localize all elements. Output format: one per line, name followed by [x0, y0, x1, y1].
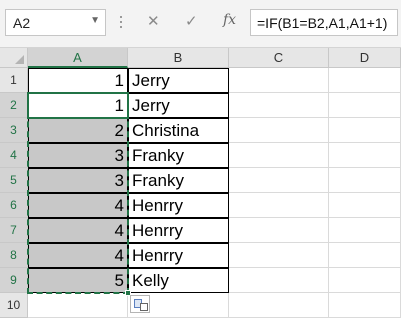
column-header-d[interactable]: D	[329, 48, 401, 68]
column-header-b[interactable]: B	[128, 48, 229, 68]
column-header-a[interactable]: A	[28, 48, 128, 68]
chevron-down-icon[interactable]: ▼	[90, 15, 100, 26]
cell-b2[interactable]: Jerry	[128, 93, 229, 118]
cell-a10[interactable]	[28, 293, 128, 318]
cell-d5[interactable]	[329, 168, 401, 193]
cell-d10[interactable]	[329, 293, 401, 318]
cell-b6[interactable]: Henrry	[128, 193, 229, 218]
name-box[interactable]: A2 ▼	[5, 9, 106, 36]
cell-d4[interactable]	[329, 143, 401, 168]
cell-b7[interactable]: Henrry	[128, 218, 229, 243]
select-all-corner[interactable]	[0, 48, 28, 68]
cell-a6[interactable]: 4	[28, 193, 128, 218]
cell-c4[interactable]	[229, 143, 329, 168]
formula-text: =IF(B1=B2,A1,A1+1)	[257, 15, 388, 31]
formula-input[interactable]: =IF(B1=B2,A1,A1+1)	[250, 9, 398, 36]
cell-c8[interactable]	[229, 243, 329, 268]
cell-d6[interactable]	[329, 193, 401, 218]
cell-c10[interactable]	[229, 293, 329, 318]
cell-d8[interactable]	[329, 243, 401, 268]
row-header-5[interactable]: 5	[0, 168, 28, 193]
cell-c7[interactable]	[229, 218, 329, 243]
cell-c2[interactable]	[229, 93, 329, 118]
cell-d3[interactable]	[329, 118, 401, 143]
cell-b9[interactable]: Kelly	[128, 268, 229, 293]
column-header-c[interactable]: C	[229, 48, 329, 68]
cell-a3[interactable]: 2	[28, 118, 128, 143]
grip-icon[interactable]	[119, 13, 123, 33]
row-header-4[interactable]: 4	[0, 143, 28, 168]
cell-b3[interactable]: Christina	[128, 118, 229, 143]
name-box-value: A2	[13, 15, 31, 31]
row-header-10[interactable]: 10	[0, 293, 28, 318]
cell-a4[interactable]: 3	[28, 143, 128, 168]
cell-a5[interactable]: 3	[28, 168, 128, 193]
row-header-8[interactable]: 8	[0, 243, 28, 268]
formula-buttons: ✕ ✓ fx	[135, 9, 248, 36]
row-header-9[interactable]: 9	[0, 268, 28, 293]
row-header-2[interactable]: 2	[0, 93, 28, 118]
cancel-icon[interactable]: ✕	[147, 12, 160, 30]
cell-c6[interactable]	[229, 193, 329, 218]
enter-icon[interactable]: ✓	[185, 12, 198, 30]
cell-b4[interactable]: Franky	[128, 143, 229, 168]
row-header-1[interactable]: 1	[0, 68, 28, 93]
row-header-7[interactable]: 7	[0, 218, 28, 243]
row-header-3[interactable]: 3	[0, 118, 28, 143]
cell-b5[interactable]: Franky	[128, 168, 229, 193]
cell-c9[interactable]	[229, 268, 329, 293]
cell-a9[interactable]: 5	[28, 268, 128, 293]
cell-a8[interactable]: 4	[28, 243, 128, 268]
cell-a2[interactable]: 1	[28, 93, 128, 118]
cell-d2[interactable]	[329, 93, 401, 118]
cell-d1[interactable]	[329, 68, 401, 93]
cell-a1[interactable]: 1	[28, 68, 128, 93]
cell-b1[interactable]: Jerry	[128, 68, 229, 93]
row-header-6[interactable]: 6	[0, 193, 28, 218]
cell-a7[interactable]: 4	[28, 218, 128, 243]
cell-d9[interactable]	[329, 268, 401, 293]
cell-c5[interactable]	[229, 168, 329, 193]
formula-bar: A2 ▼ ✕ ✓ fx =IF(B1=B2,A1,A1+1)	[0, 0, 401, 48]
cell-c3[interactable]	[229, 118, 329, 143]
cell-b8[interactable]: Henrry	[128, 243, 229, 268]
cell-d7[interactable]	[329, 218, 401, 243]
cell-c1[interactable]	[229, 68, 329, 93]
insert-function-icon[interactable]: fx	[223, 12, 236, 28]
paste-options-icon[interactable]	[130, 295, 150, 313]
